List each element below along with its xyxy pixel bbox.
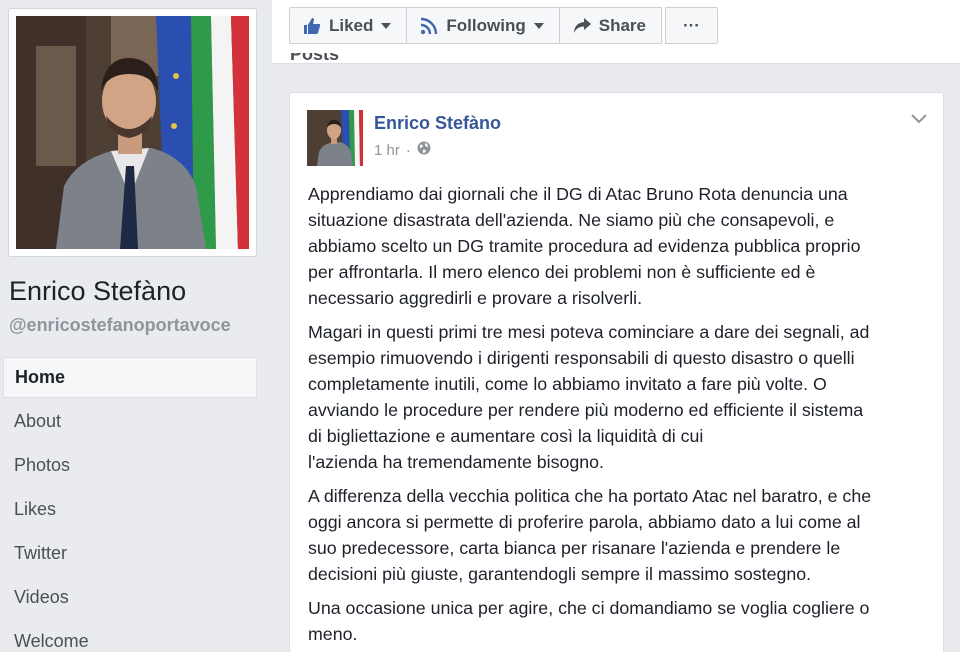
thumbs-up-icon bbox=[303, 17, 321, 35]
main-column: Liked Following Share ··· Posts Enrico S… bbox=[272, 0, 960, 652]
share-button[interactable]: Share bbox=[558, 7, 662, 44]
post-meta: 1 hr · bbox=[374, 141, 431, 159]
globe-icon[interactable] bbox=[417, 141, 431, 159]
left-sidebar: Enrico Stefàno @enricostefanoportavoce H… bbox=[0, 0, 272, 652]
meta-separator: · bbox=[405, 141, 411, 159]
post-paragraph: A differenza della vecchia politica che … bbox=[308, 486, 872, 584]
post-paragraph: Magari in questi primi tre mesi poteva c… bbox=[308, 322, 870, 472]
post-body: Apprendiamo dai giornali che il DG di At… bbox=[308, 181, 928, 652]
section-label-posts: Posts bbox=[290, 53, 340, 64]
profile-photo-image bbox=[16, 16, 249, 249]
profile-picture-frame[interactable] bbox=[8, 8, 257, 257]
page-nav: Home About Photos Likes Twitter Videos W… bbox=[3, 357, 257, 652]
post-paragraph: Apprendiamo dai giornali che il DG di At… bbox=[308, 184, 861, 308]
post-card: Enrico Stefàno 1 hr · Apprendiamo dai gi… bbox=[289, 92, 944, 652]
nav-item-home[interactable]: Home bbox=[3, 357, 257, 398]
nav-item-welcome[interactable]: Welcome bbox=[3, 621, 257, 652]
nav-item-photos[interactable]: Photos bbox=[3, 445, 257, 489]
nav-item-about[interactable]: About bbox=[3, 401, 257, 445]
more-options-button[interactable]: ··· bbox=[664, 7, 718, 44]
post-author-avatar[interactable] bbox=[307, 110, 363, 166]
share-arrow-icon bbox=[573, 17, 591, 34]
caret-down-icon bbox=[533, 22, 544, 29]
post-timestamp[interactable]: 1 hr bbox=[374, 142, 400, 159]
rss-feed-icon bbox=[420, 17, 438, 35]
more-dots-icon: ··· bbox=[682, 15, 700, 35]
share-label: Share bbox=[598, 15, 646, 35]
post-options-chevron-icon[interactable] bbox=[911, 111, 927, 129]
following-label: Following bbox=[446, 15, 526, 35]
nav-item-videos[interactable]: Videos bbox=[3, 577, 257, 621]
following-button[interactable]: Following bbox=[406, 7, 560, 44]
nav-item-twitter[interactable]: Twitter bbox=[3, 533, 257, 577]
page-actions: Liked Following Share ··· bbox=[289, 7, 718, 44]
profile-handle[interactable]: @enricostefanoportavoce bbox=[9, 315, 231, 336]
profile-photo[interactable] bbox=[16, 16, 249, 249]
caret-down-icon bbox=[381, 22, 392, 29]
avatar-image bbox=[307, 110, 363, 166]
liked-label: Liked bbox=[329, 15, 374, 35]
post-paragraph: Una occasione unica per agire, che ci do… bbox=[308, 598, 870, 644]
nav-item-likes[interactable]: Likes bbox=[3, 489, 257, 533]
post-author-name[interactable]: Enrico Stefàno bbox=[374, 113, 501, 134]
liked-button[interactable]: Liked bbox=[289, 7, 408, 44]
profile-name[interactable]: Enrico Stefàno bbox=[9, 276, 186, 307]
action-bar: Liked Following Share ··· Posts bbox=[272, 0, 960, 64]
